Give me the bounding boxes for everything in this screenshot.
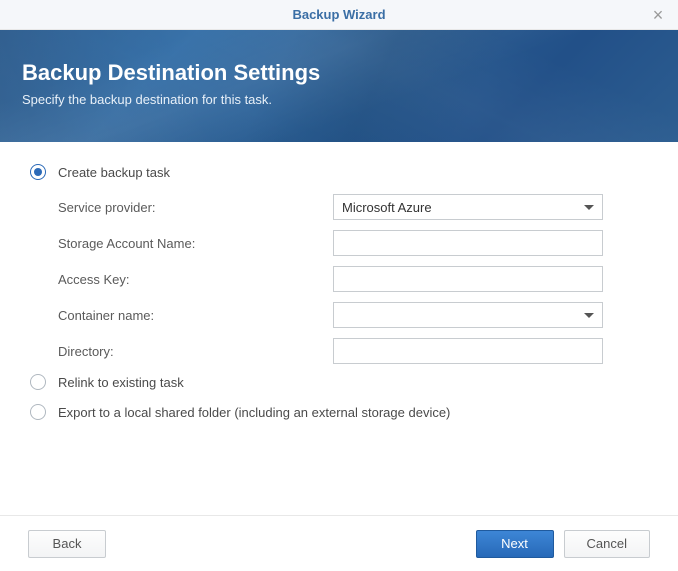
field-row-service-provider: Service provider: Microsoft Azure [58,194,648,220]
chevron-down-icon [584,313,594,318]
label-storage-account: Storage Account Name: [58,236,333,251]
window-title: Backup Wizard [292,7,385,22]
cancel-button[interactable]: Cancel [564,530,650,558]
close-icon: × [653,6,664,24]
field-row-directory: Directory: [58,338,648,364]
option-label-create: Create backup task [58,165,170,180]
radio-relink[interactable] [30,374,46,390]
input-directory[interactable] [333,338,603,364]
option-export[interactable]: Export to a local shared folder (includi… [30,404,648,420]
window-titlebar: Backup Wizard × [0,0,678,30]
radio-create-backup[interactable] [30,164,46,180]
label-container-name: Container name: [58,308,333,323]
page-subtitle: Specify the backup destination for this … [22,92,656,107]
label-service-provider: Service provider: [58,200,333,215]
back-button[interactable]: Back [28,530,106,558]
chevron-down-icon [584,205,594,210]
page-title: Backup Destination Settings [22,60,656,86]
field-row-storage-account: Storage Account Name: [58,230,648,256]
select-container-name[interactable] [333,302,603,328]
field-row-container-name: Container name: [58,302,648,328]
input-access-key[interactable] [333,266,603,292]
label-directory: Directory: [58,344,333,359]
banner: Backup Destination Settings Specify the … [0,30,678,142]
select-service-provider[interactable]: Microsoft Azure [333,194,603,220]
radio-export[interactable] [30,404,46,420]
field-row-access-key: Access Key: [58,266,648,292]
close-button[interactable]: × [650,7,666,23]
select-service-provider-value: Microsoft Azure [342,200,432,215]
option-label-export: Export to a local shared folder (includi… [58,405,450,420]
footer: Back Next Cancel [0,515,678,571]
input-storage-account[interactable] [333,230,603,256]
option-create-backup[interactable]: Create backup task [30,164,648,180]
option-relink[interactable]: Relink to existing task [30,374,648,390]
next-button[interactable]: Next [476,530,554,558]
fields-group: Service provider: Microsoft Azure Storag… [30,194,648,364]
option-label-relink: Relink to existing task [58,375,184,390]
label-access-key: Access Key: [58,272,333,287]
content-area: Create backup task Service provider: Mic… [0,142,678,444]
